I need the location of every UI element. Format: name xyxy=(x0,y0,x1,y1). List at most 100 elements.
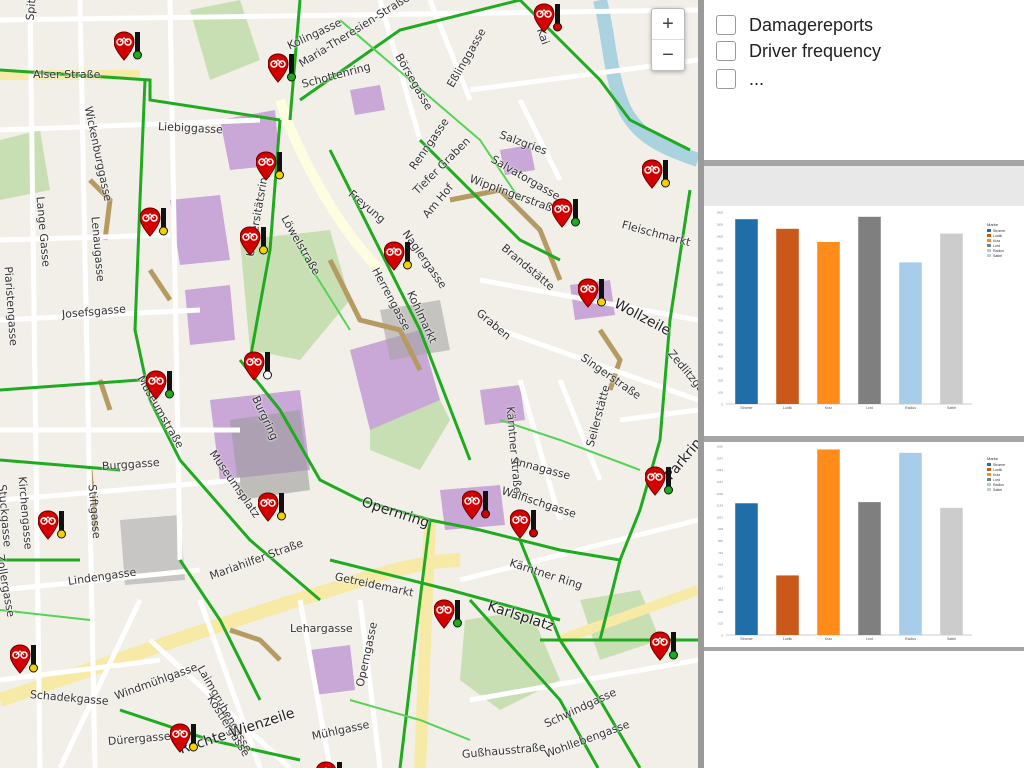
damage-marker-icon[interactable] xyxy=(644,465,677,509)
damage-marker-icon[interactable] xyxy=(139,206,172,250)
bar xyxy=(899,262,922,404)
y-tick-label: 825 xyxy=(718,539,723,543)
x-tick-label: Kraz xyxy=(825,406,832,410)
y-tick-label: 619 xyxy=(718,563,723,567)
x-tick-label: Radius xyxy=(905,637,916,641)
layer-option-damagereports[interactable]: Damagereports xyxy=(716,14,873,36)
x-tick-label: Lord xyxy=(866,637,873,641)
damage-marker-icon[interactable] xyxy=(145,369,178,413)
map-view[interactable]: Spitalgasse Alser Straße Wickenburggasse… xyxy=(0,0,698,768)
zoom-out-button[interactable]: − xyxy=(652,39,684,70)
damage-marker-icon[interactable] xyxy=(577,277,610,321)
y-tick-label: 413 xyxy=(718,586,723,590)
zoom-control: + − xyxy=(651,8,685,71)
damage-marker-icon[interactable] xyxy=(641,158,674,202)
damage-marker-icon[interactable] xyxy=(461,489,494,533)
legend-label: Sattel xyxy=(993,254,1002,258)
legend-label: Luxtik xyxy=(993,234,1002,238)
y-tick-label: 722 xyxy=(718,551,723,555)
checkbox[interactable] xyxy=(716,41,736,61)
street-label: Lehargasse xyxy=(290,622,353,635)
x-tick-label: Kraz xyxy=(825,637,832,641)
legend-swatch xyxy=(987,473,991,476)
legend-swatch xyxy=(987,239,991,242)
zoom-in-button[interactable]: + xyxy=(652,9,684,39)
y-tick-label: 600 xyxy=(718,331,723,335)
y-tick-label: 1547 xyxy=(716,456,723,460)
y-tick-label: 103 xyxy=(718,622,723,626)
bar xyxy=(940,507,963,635)
y-tick-label: 400 xyxy=(718,355,723,359)
damage-marker-icon[interactable] xyxy=(257,491,290,535)
y-tick-label: 1600 xyxy=(716,211,723,215)
bar xyxy=(735,219,758,404)
legend-label: Luxtik xyxy=(993,468,1002,472)
y-tick-label: 500 xyxy=(718,343,723,347)
legend-label: Stromer xyxy=(993,229,1006,233)
chart-driver-frequency: 0 103 206 309 413 516 619 722 825 928 1031 1134 1238… xyxy=(704,442,1024,647)
legend-title: Marke xyxy=(987,456,999,461)
y-tick-label: 1444 xyxy=(716,468,723,472)
checkbox[interactable] xyxy=(716,69,736,89)
chart-header-band xyxy=(704,166,1024,206)
legend-label: Stromer xyxy=(993,463,1006,467)
y-tick-label: 1000 xyxy=(716,283,723,287)
layer-option-label: ... xyxy=(749,68,765,89)
layer-option-label: Driver frequency xyxy=(749,40,882,61)
damage-marker-icon[interactable] xyxy=(243,350,276,394)
damage-marker-icon[interactable] xyxy=(169,722,202,766)
legend-label: Kraz xyxy=(993,473,1000,477)
y-tick-label: 309 xyxy=(718,598,723,602)
legend-label: Lord xyxy=(993,244,1000,248)
legend-swatch xyxy=(987,234,991,237)
layer-option-more[interactable]: ... xyxy=(716,68,764,90)
y-tick-label: 1031 xyxy=(716,515,723,519)
damage-marker-icon[interactable] xyxy=(649,630,682,674)
x-tick-label: Sattel xyxy=(947,637,956,641)
y-tick-label: 1341 xyxy=(716,480,723,484)
x-tick-label: Luxtik xyxy=(783,637,792,641)
damage-marker-icon[interactable] xyxy=(239,225,272,269)
damage-marker-icon[interactable] xyxy=(267,52,300,96)
y-tick-label: 300 xyxy=(718,367,723,371)
bar-chart: 0 103 206 309 413 516 619 722 825 928 1031 1134 1238… xyxy=(716,445,1006,642)
damage-marker-icon[interactable] xyxy=(9,643,42,687)
damage-marker-icon[interactable] xyxy=(551,197,584,241)
damage-marker-icon[interactable] xyxy=(509,508,542,552)
chart-damagereports: 0 100 200 300 400 500 600 700 800 900 1000 1100 1200… xyxy=(704,206,1024,416)
y-tick-label: 516 xyxy=(718,574,723,578)
x-tick-label: Stromer xyxy=(740,637,753,641)
damage-marker-icon[interactable] xyxy=(383,240,416,284)
y-tick-label: 1400 xyxy=(716,235,723,239)
chart-separator xyxy=(704,647,1024,651)
y-tick-label: 0 xyxy=(721,634,723,638)
damage-marker-icon[interactable] xyxy=(113,30,146,74)
legend-swatch xyxy=(987,229,991,232)
legend-swatch xyxy=(987,468,991,471)
y-tick-label: 1238 xyxy=(716,492,723,496)
legend-label: Kraz xyxy=(993,239,1000,243)
y-tick-label: 100 xyxy=(718,391,723,395)
layer-option-label: Damagereports xyxy=(749,14,874,35)
layer-option-driver-frequency[interactable]: Driver frequency xyxy=(716,40,881,62)
legend-swatch xyxy=(987,254,991,257)
legend-swatch xyxy=(987,244,991,247)
damage-marker-icon[interactable] xyxy=(37,509,70,553)
damage-marker-icon[interactable] xyxy=(255,150,288,194)
damage-marker-icon[interactable] xyxy=(533,2,566,46)
y-tick-label: 928 xyxy=(718,527,723,531)
y-tick-label: 900 xyxy=(718,295,723,299)
damage-marker-icon[interactable] xyxy=(316,760,348,768)
bar xyxy=(899,452,922,635)
damage-marker-icon[interactable] xyxy=(433,598,466,642)
legend-label: Lord xyxy=(993,478,1000,482)
x-tick-label: Lord xyxy=(866,406,873,410)
checkbox[interactable] xyxy=(716,15,736,35)
y-tick-label: 0 xyxy=(721,403,723,407)
bar xyxy=(858,502,881,635)
street-label: Alser Straße xyxy=(33,68,101,81)
bar xyxy=(776,228,799,404)
y-tick-label: 206 xyxy=(718,610,723,614)
legend-swatch xyxy=(987,463,991,466)
y-tick-label: 800 xyxy=(718,307,723,311)
